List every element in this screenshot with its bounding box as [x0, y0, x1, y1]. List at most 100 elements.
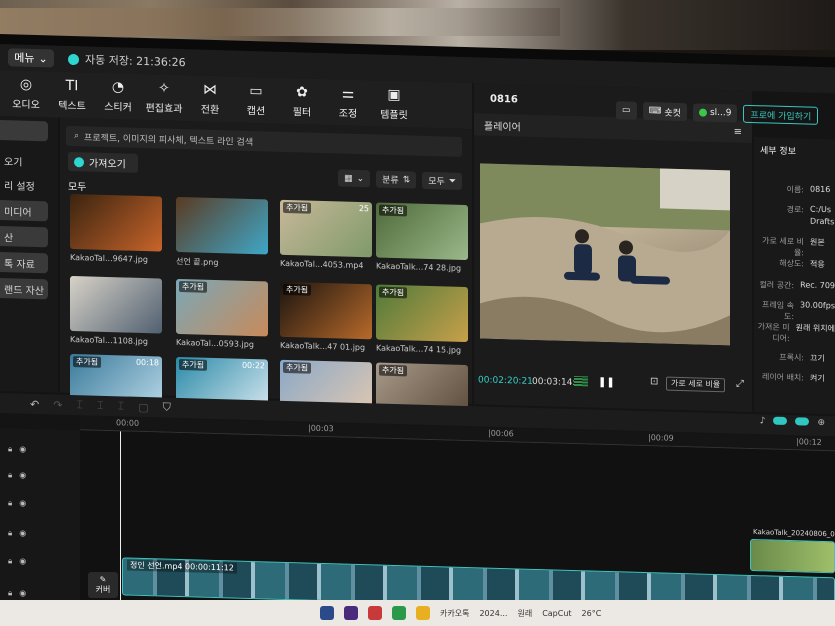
media-thumbnail[interactable] — [70, 275, 162, 334]
taskbar-kakao[interactable]: 카카오톡 — [440, 608, 469, 619]
pro-signup-button[interactable]: 프로에 가입하기 — [743, 104, 819, 125]
marker-icon[interactable]: ⛉ — [163, 401, 171, 415]
media-filename: KakaoTalk...74 28.jpg — [376, 261, 462, 273]
media-item[interactable]: 추가됨 KakaoTalk...47 01.jpg — [280, 281, 372, 353]
image-clip[interactable]: KakaoTalk_20240806_00 — [750, 528, 835, 574]
split-right-icon[interactable]: ⌶ — [118, 399, 125, 413]
undo-icon[interactable]: ↶ — [30, 397, 39, 410]
capcut-window: 메뉴 ⌄ 자동 저장: 21:36:26 ◎ 오디오 TI 텍스트 ◔ 스티커 ✧ 편집효과 ⋈… — [0, 44, 835, 624]
detail-key: 경로: — [786, 204, 804, 215]
filter-all-button[interactable]: 모두 ⏷ — [422, 171, 462, 190]
current-time: 00:02:20:21 — [478, 375, 533, 387]
detail-row: 가져온 미디어: 원래 위치에 — [754, 321, 835, 345]
photoshop-icon[interactable] — [320, 606, 334, 620]
media-item[interactable]: 추가됨 KakaoTal...0593.jpg — [176, 278, 268, 350]
detail-key: 이름: — [786, 184, 804, 195]
media-item[interactable]: KakaoTal...1108.jpg — [70, 275, 162, 347]
media-thumbnail[interactable]: 추가됨 — [376, 284, 468, 343]
media-thumbnail[interactable]: 추가됨 — [280, 281, 372, 340]
aspect-ratio-button[interactable]: 가로 세로 비율 — [666, 376, 726, 393]
media-thumbnail[interactable] — [70, 193, 162, 252]
search-input[interactable]: 프로젝트, 이미지의 피사체, 텍스트 라인 검색 — [84, 130, 253, 148]
link-toggle[interactable] — [795, 417, 810, 426]
folder-icon[interactable] — [416, 606, 430, 620]
tool-filter[interactable]: ✿ 필터 — [282, 84, 322, 119]
eye-icon[interactable]: ◉ — [19, 471, 26, 485]
media-item[interactable]: 추가됨 KakaoTalk...74 15.jpg — [376, 284, 468, 356]
app-icon[interactable] — [368, 606, 382, 620]
media-item[interactable]: KakaoTal...9647.jpg — [70, 193, 162, 265]
screenshot-icon[interactable]: ⊡ — [650, 376, 658, 387]
tool-audio[interactable]: ◎ 오디오 — [6, 76, 46, 112]
nav-item[interactable]: 리 설정 — [0, 174, 48, 195]
search-bar[interactable]: ⌕ 프로젝트, 이미지의 피사체, 텍스트 라인 검색 — [66, 125, 462, 157]
lock-icon[interactable]: 🔒︎ — [8, 498, 12, 512]
added-badge: 추가됨 — [379, 364, 408, 377]
tool-caption[interactable]: ▭ 캡션 — [236, 83, 276, 118]
pause-button[interactable]: ❚❚ — [598, 377, 615, 388]
media-thumbnail[interactable]: 추가됨 — [176, 278, 268, 337]
nav-item[interactable]: 산 — [0, 226, 48, 248]
tool-template[interactable]: ▣ 템플릿 — [374, 86, 414, 122]
import-button[interactable]: 가져오기 — [68, 151, 138, 173]
menu-button[interactable]: 메뉴 ⌄ — [8, 48, 54, 68]
media-item[interactable]: 추가됨 25 KakaoTal...4053.mp4 — [280, 199, 372, 271]
edit-icon: ✎ — [99, 575, 107, 584]
media-thumbnail[interactable]: 추가됨 — [376, 202, 468, 261]
fullscreen-icon[interactable]: ⤢ — [736, 379, 744, 390]
shortcut-button[interactable]: ⌨ 숏컷 — [642, 101, 687, 122]
tool-text[interactable]: TI 텍스트 — [52, 77, 92, 113]
tool-label: 스티커 — [104, 101, 132, 114]
sky-patch — [660, 168, 730, 211]
media-filename: 선언 끝.png — [176, 256, 219, 268]
view-mode-button[interactable]: ▦ ⌄ — [338, 169, 371, 188]
windows-taskbar: 카카오톡 2024... 원래 CapCut 26°C — [0, 600, 835, 626]
tool-sticker[interactable]: ◔ 스티커 — [98, 79, 138, 114]
layout-button[interactable]: ▭ — [616, 101, 637, 120]
user-button[interactable]: sl...9 — [692, 103, 738, 123]
funnel-icon: ⏷ — [448, 176, 456, 187]
nav-item[interactable]: 랜드 자산 — [0, 278, 48, 300]
media-thumbnail[interactable]: 추가됨 25 — [280, 199, 372, 258]
nav-item[interactable]: 오기 — [0, 150, 48, 171]
eye-icon[interactable]: ◉ — [19, 529, 26, 543]
mic-icon[interactable]: ♪ — [760, 416, 766, 426]
preview-axis-icon[interactable]: ⊕ — [817, 418, 825, 428]
tool-effects[interactable]: ✧ 편집효과 — [144, 80, 184, 115]
nav-item[interactable]: 미디어 — [0, 200, 48, 222]
media-item[interactable]: 추가됨 KakaoTalk...74 28.jpg — [376, 202, 468, 274]
tool-transition[interactable]: ⋈ 전환 — [190, 81, 230, 116]
added-badge: 추가됨 — [283, 283, 312, 296]
eye-icon[interactable]: ◉ — [19, 557, 26, 571]
detail-value: Drafts — [810, 216, 835, 227]
timeline-tracks[interactable]: KakaoTalk_20240806_00 정인 선언.mp4 00:00:11… — [80, 430, 835, 624]
eye-icon[interactable]: ◉ — [19, 499, 26, 513]
lock-icon[interactable]: 🔒︎ — [8, 444, 12, 458]
sort-button[interactable]: 분류 ⇅ — [376, 170, 417, 189]
cover-button[interactable]: ✎ 커버 — [88, 572, 118, 598]
lock-icon[interactable]: 🔒︎ — [8, 556, 12, 570]
excel-icon[interactable] — [392, 606, 406, 620]
media-item[interactable]: 선언 끝.png — [176, 196, 268, 270]
taskbar-item-3[interactable]: 원래 — [517, 608, 532, 619]
redo-icon[interactable]: ↷ — [53, 398, 62, 411]
split-left-icon[interactable]: ⌶ — [97, 399, 104, 413]
lock-icon[interactable]: 🔒︎ — [8, 470, 12, 484]
lock-icon[interactable]: 🔒︎ — [8, 528, 12, 542]
tool-adjust[interactable]: ⚌ 조정 — [328, 85, 368, 120]
playhead[interactable] — [120, 431, 121, 604]
capcut-taskbar[interactable]: CapCut — [542, 609, 571, 618]
ruler-tick: |00:12 — [796, 437, 822, 447]
nav-item[interactable] — [0, 120, 48, 142]
magnet-toggle[interactable] — [773, 416, 788, 425]
media-filename: KakaoTal...1108.jpg — [70, 334, 148, 347]
premiere-icon[interactable] — [344, 606, 358, 620]
eye-icon[interactable]: ◉ — [19, 445, 26, 459]
media-thumbnail[interactable] — [176, 196, 268, 255]
taskbar-item-2[interactable]: 2024... — [479, 609, 507, 618]
video-preview[interactable] — [480, 163, 730, 346]
nav-item[interactable]: 톡 자료 — [0, 252, 48, 274]
details-panel: 세부 정보 이름: 0816 경로: C:/Us Drafts 가로 세로 비율: 원본 해상… — [754, 137, 835, 415]
split-icon[interactable]: ⌶ — [76, 398, 83, 412]
delete-icon[interactable]: ▢ — [138, 400, 148, 413]
